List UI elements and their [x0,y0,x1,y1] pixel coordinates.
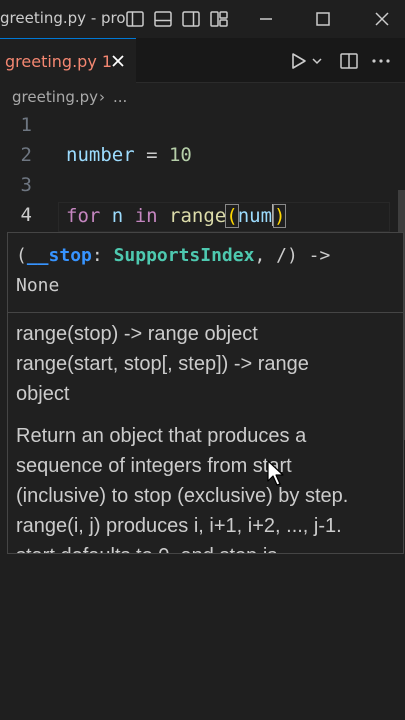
tab-greeting-py[interactable]: greeting.py 1 [0,38,136,83]
signature-return: None [16,275,60,296]
line-number: 3 [20,174,32,196]
breadcrumb-file[interactable]: greeting.py [12,88,98,106]
tab-label: greeting.py 1 [5,52,113,71]
run-icon[interactable] [287,50,309,72]
run-dropdown-icon[interactable] [310,50,324,72]
title-bar: greeting.py - pro [0,0,405,38]
mouse-pointer-icon [267,460,284,486]
toggle-panel-icon[interactable] [153,9,173,29]
code-text: for n in range(num) [66,204,287,228]
window-title: greeting.py - pro [0,9,126,27]
signature-text: (__stop: SupportsIndex, /) -> None [16,245,331,296]
toggle-primary-sidebar-icon[interactable] [125,9,145,29]
signature-hover-widget: (__stop: SupportsIndex, /) -> None range(… [7,232,404,554]
breadcrumb-more[interactable]: ... [113,88,127,106]
toggle-secondary-sidebar-icon[interactable] [181,9,201,29]
doc-line: range(i, j) produces i, i+1, i+2, ..., j… [16,515,342,537]
line-number: 4 [20,204,32,226]
more-actions-icon[interactable] [370,50,392,72]
doc-line: range(start, stop[, step]) -> range [16,353,309,375]
breadcrumb: greeting.py › ... [0,84,405,112]
customize-layout-icon[interactable] [209,9,229,29]
tab-close-icon[interactable] [108,51,128,71]
close-icon[interactable] [372,9,392,29]
hover-divider [8,312,403,313]
doc-line: sequence of integers from start [16,455,292,477]
doc-line: range(stop) -> range object [16,323,258,345]
signature-param: __stop [26,245,92,266]
code-text: number = 10 [66,144,192,166]
code-line-active: 4 for n in range(num) [0,202,405,232]
breadcrumb-separator: › [99,88,105,106]
code-line: 2 number = 10 [0,142,405,172]
code-line: 1 [0,112,405,142]
doc-line: (inclusive) to stop (exclusive) by step. [16,485,349,507]
doc-line: start defaults to 0, and stop is [16,541,401,553]
code-line: 3 [0,172,405,202]
split-editor-icon[interactable] [338,50,360,72]
maximize-icon[interactable] [313,9,333,29]
line-number: 2 [20,144,32,166]
doc-line: Return an object that produces a [16,425,307,447]
minimize-icon[interactable] [256,9,276,29]
editor-tab-bar: greeting.py 1 [0,38,405,83]
signature-type: SupportsIndex [113,245,255,266]
doc-line: object [16,383,70,405]
line-number: 1 [20,114,32,136]
